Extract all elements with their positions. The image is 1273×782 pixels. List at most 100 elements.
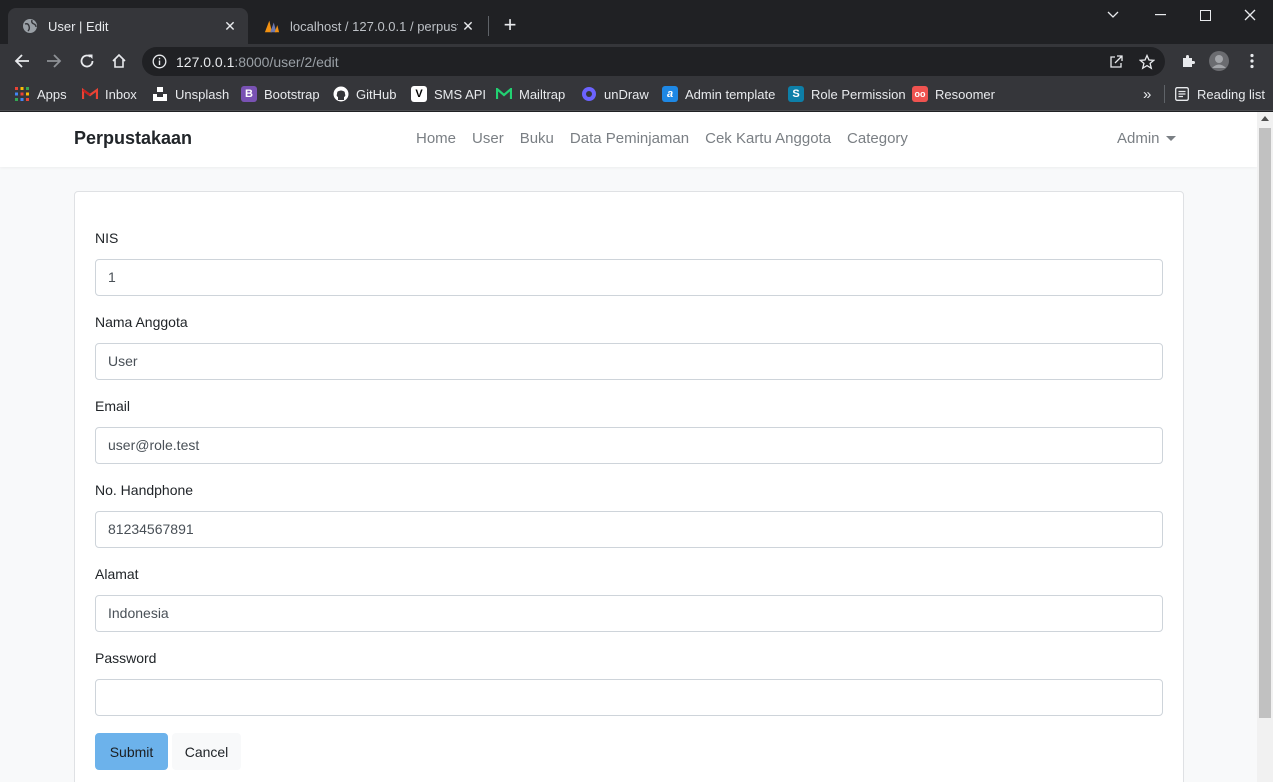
github-icon <box>333 86 349 102</box>
tab-separator <box>488 16 489 36</box>
reading-list-button[interactable]: Reading list <box>1174 84 1265 104</box>
bootstrap-icon: B <box>241 86 257 102</box>
bookmark-label: SMS API <box>434 86 487 102</box>
edit-user-form-card: NIS 1 Nama Anggota User Email user@role.… <box>74 191 1184 782</box>
email-label: Email <box>95 398 131 414</box>
bookmark-inbox[interactable]: Inbox <box>82 84 137 104</box>
close-tab-icon[interactable]: ✕ <box>220 16 240 36</box>
resoomer-icon: oo <box>912 86 928 102</box>
bookmark-label: Mailtrap <box>519 86 566 102</box>
bookmark-admin-template[interactable]: a Admin template <box>662 84 775 104</box>
nis-input[interactable]: 1 <box>95 259 1163 296</box>
reload-icon[interactable] <box>73 47 101 75</box>
bookmark-role-permission[interactable]: S Role Permission <box>788 84 906 104</box>
bookmarks-bar: Apps Inbox Unsplash B Bootstrap GitHub V… <box>0 78 1273 111</box>
bookmarks-divider <box>1164 85 1165 103</box>
browser-tabstrip: User | Edit ✕ localhost / 127.0.0.1 / pe… <box>0 0 1273 44</box>
bookmark-sms-api[interactable]: V SMS API <box>411 84 486 104</box>
account-label: Admin <box>1117 130 1160 147</box>
profile-avatar-icon[interactable] <box>1205 47 1233 75</box>
role-permission-icon: S <box>788 86 804 102</box>
browser-toolbar: 127.0.0.1:8000/user/2/edit <box>0 44 1273 78</box>
bookmark-apps[interactable]: Apps <box>14 84 67 104</box>
unsplash-icon <box>152 86 168 102</box>
navbar-brand[interactable]: Perpustakaan <box>74 128 192 149</box>
vonage-icon: V <box>411 86 427 102</box>
address-bar[interactable]: 127.0.0.1:8000/user/2/edit <box>142 47 1165 76</box>
browser-tab-active[interactable]: User | Edit ✕ <box>8 8 248 44</box>
maximize-icon[interactable] <box>1182 0 1228 30</box>
bookmark-label: unDraw <box>604 86 649 102</box>
account-dropdown[interactable]: Admin <box>1117 130 1176 147</box>
new-tab-icon[interactable]: + <box>498 14 522 38</box>
page-viewport: Perpustakaan Home User Buku Data Peminja… <box>0 112 1273 782</box>
bookmark-star-icon[interactable] <box>1138 53 1156 71</box>
bookmark-label: Apps <box>37 86 67 102</box>
bookmark-undraw[interactable]: unDraw <box>581 84 649 104</box>
browser-tab[interactable]: localhost / 127.0.0.1 / perpustaka ✕ <box>250 8 486 44</box>
no-handphone-label: No. Handphone <box>95 482 194 498</box>
navbar-links: Home User Buku Data Peminjaman Cek Kartu… <box>408 130 916 147</box>
minimize-icon[interactable] <box>1137 0 1183 30</box>
nama-anggota-label: Nama Anggota <box>95 314 188 330</box>
close-window-icon[interactable] <box>1227 0 1273 30</box>
url-text: 127.0.0.1:8000/user/2/edit <box>176 54 339 70</box>
bookmark-label: GitHub <box>356 86 397 102</box>
bookmark-github[interactable]: GitHub <box>333 84 396 104</box>
back-arrow-icon[interactable] <box>8 47 36 75</box>
top-navbar: Perpustakaan Home User Buku Data Peminja… <box>0 112 1257 167</box>
phpmyadmin-icon <box>264 18 280 34</box>
undraw-icon <box>581 86 597 102</box>
bookmark-label: Bootstrap <box>264 86 320 102</box>
reading-list-label: Reading list <box>1197 86 1265 102</box>
share-icon[interactable] <box>1107 53 1125 71</box>
close-tab-icon[interactable]: ✕ <box>458 16 478 36</box>
apps-grid-icon <box>14 86 30 102</box>
nav-link-home[interactable]: Home <box>408 130 464 147</box>
password-label: Password <box>95 650 157 666</box>
admin-template-icon: a <box>662 86 678 102</box>
caret-down-icon <box>1165 136 1176 141</box>
alamat-label: Alamat <box>95 566 139 582</box>
tab-title: User | Edit <box>48 18 109 34</box>
reading-list-icon <box>1174 86 1190 102</box>
nis-label: NIS <box>95 230 119 246</box>
page-scrollbar[interactable] <box>1257 112 1273 782</box>
scroll-up-arrow-icon[interactable] <box>1261 116 1269 121</box>
more-bookmarks-chevron-icon[interactable]: » <box>1143 84 1151 104</box>
mailtrap-icon <box>496 86 512 102</box>
cancel-button[interactable]: Cancel <box>172 733 241 770</box>
bookmark-label: Inbox <box>105 86 137 102</box>
nav-link-user[interactable]: User <box>464 130 512 147</box>
email-input[interactable]: user@role.test <box>95 427 1163 464</box>
home-icon[interactable] <box>105 47 133 75</box>
menu-kebab-icon[interactable] <box>1238 47 1266 75</box>
no-handphone-input[interactable]: 81234567891 <box>95 511 1163 548</box>
bookmark-unsplash[interactable]: Unsplash <box>152 84 229 104</box>
bookmark-label: Unsplash <box>175 86 230 102</box>
nav-link-cek-kartu-anggota[interactable]: Cek Kartu Anggota <box>697 130 839 147</box>
forward-arrow-icon[interactable] <box>40 47 68 75</box>
bookmark-label: Admin template <box>685 86 776 102</box>
url-host: 127.0.0.1 <box>176 54 235 70</box>
bookmark-label: Role Permission <box>811 86 906 102</box>
scrollbar-thumb[interactable] <box>1259 128 1271 718</box>
gmail-icon <box>82 86 98 102</box>
extensions-puzzle-icon[interactable] <box>1174 47 1202 75</box>
password-input[interactable] <box>95 679 1163 716</box>
bookmark-mailtrap[interactable]: Mailtrap <box>496 84 565 104</box>
globe-icon <box>22 18 38 34</box>
info-icon[interactable] <box>152 54 167 74</box>
bookmark-label: Resoomer <box>935 86 995 102</box>
url-path: :8000/user/2/edit <box>234 54 339 70</box>
nav-link-category[interactable]: Category <box>839 130 916 147</box>
nav-link-data-peminjaman[interactable]: Data Peminjaman <box>562 130 697 147</box>
tab-title: localhost / 127.0.0.1 / perpustaka <box>290 18 458 34</box>
alamat-input[interactable]: Indonesia <box>95 595 1163 632</box>
bookmark-bootstrap[interactable]: B Bootstrap <box>241 84 320 104</box>
nav-link-buku[interactable]: Buku <box>512 130 562 147</box>
submit-button[interactable]: Submit <box>95 733 168 770</box>
tab-search-icon[interactable] <box>1090 0 1136 30</box>
bookmark-resoomer[interactable]: oo Resoomer <box>912 84 995 104</box>
nama-anggota-input[interactable]: User <box>95 343 1163 380</box>
